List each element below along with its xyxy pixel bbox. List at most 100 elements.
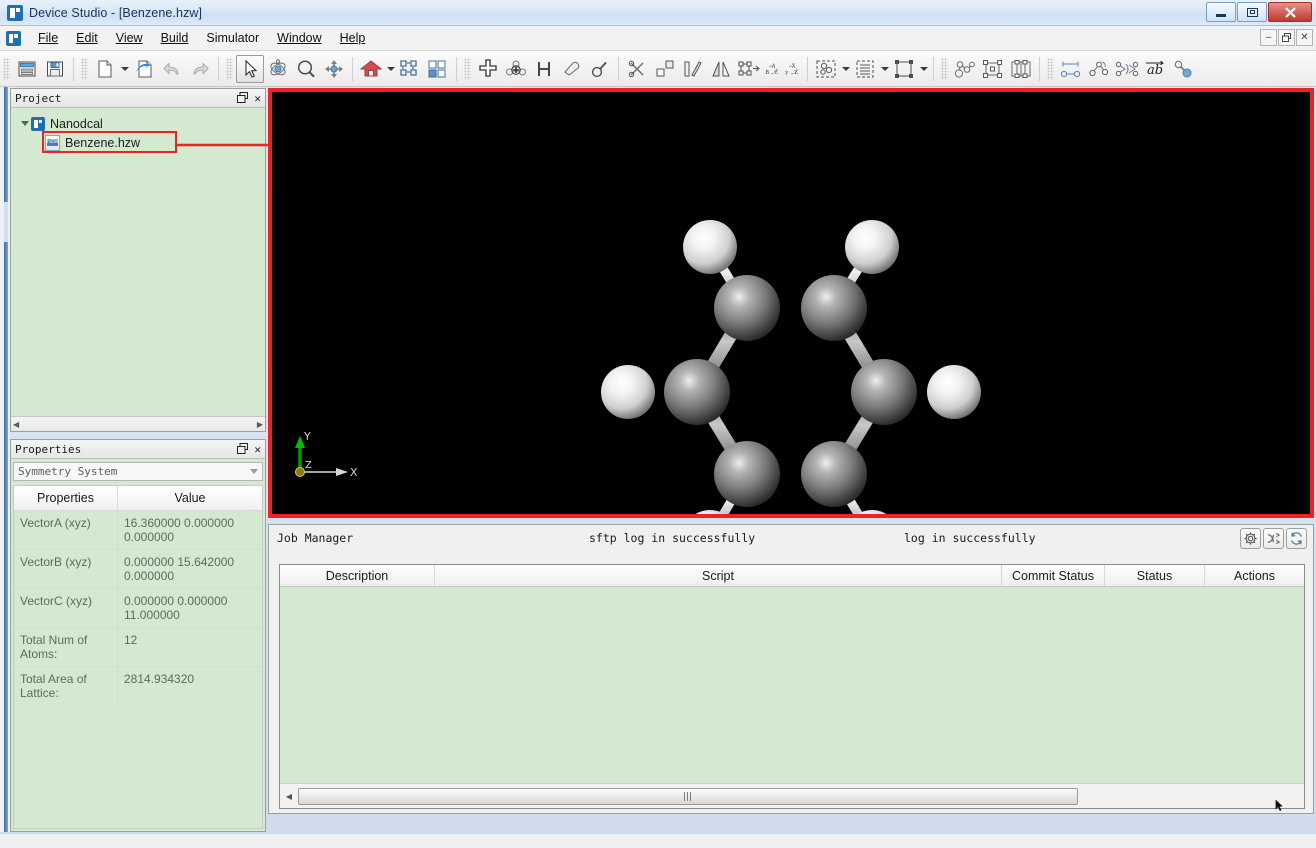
molecule-viewport[interactable]: Y X Z <box>268 88 1314 518</box>
tree-node-benzene-hzw[interactable]: HZW Benzene.hzw <box>11 133 265 152</box>
home-view-icon[interactable] <box>357 55 385 83</box>
toolbar-grip-2[interactable] <box>81 57 88 80</box>
toolbar-grip-4[interactable] <box>464 57 471 80</box>
display-style-caret-icon[interactable] <box>840 55 851 83</box>
add-hydrogen-icon[interactable] <box>530 55 558 83</box>
display-style-icon[interactable] <box>812 55 840 83</box>
properties-float-button[interactable] <box>237 442 249 456</box>
add-molecule-icon[interactable] <box>502 55 530 83</box>
bond-icon[interactable] <box>1169 55 1197 83</box>
refresh-sync-icon[interactable] <box>1286 528 1307 549</box>
tree-node-nanodcal[interactable]: Nanodcal <box>11 114 265 133</box>
job-table-body[interactable] <box>280 587 1304 783</box>
svg-text:A: A <box>771 63 776 69</box>
table-row[interactable]: VectorC (xyz) 0.000000 0.000000 11.00000… <box>14 588 262 627</box>
mdi-close-button[interactable]: ✕ <box>1296 29 1313 46</box>
table-row[interactable]: VectorB (xyz) 0.000000 15.642000 0.00000… <box>14 549 262 588</box>
ball-stick-icon[interactable] <box>951 55 979 83</box>
column-header-script[interactable]: Script <box>435 565 1002 586</box>
cell-atoms-icon[interactable] <box>979 55 1007 83</box>
distance-icon[interactable] <box>1057 55 1085 83</box>
select-arrow-icon[interactable] <box>236 54 264 83</box>
scrollbar-thumb[interactable] <box>298 787 1078 805</box>
toolbar-grip-6[interactable] <box>1047 57 1054 80</box>
left-dock-strip[interactable] <box>0 87 10 832</box>
label-ab-icon[interactable]: ab <box>1141 55 1169 83</box>
expand-arrow-icon[interactable] <box>19 121 31 126</box>
job-table-horizontal-scrollbar[interactable]: ◀ <box>280 783 1304 811</box>
project-horizontal-scrollbar[interactable]: ◀ ▶ <box>11 416 265 431</box>
chevron-down-icon[interactable] <box>250 469 258 474</box>
transform-icon[interactable] <box>735 55 763 83</box>
scroll-right-icon[interactable]: ▶ <box>257 420 263 429</box>
project-panel-title: Project <box>15 91 62 105</box>
toolbar-grip-5[interactable] <box>941 57 948 80</box>
menu-window[interactable]: Window <box>268 28 330 48</box>
properties-close-button[interactable]: ✕ <box>254 444 261 455</box>
column-header-status[interactable]: Status <box>1105 565 1205 586</box>
toolbar-grip-3[interactable] <box>226 57 233 80</box>
redo-icon[interactable] <box>186 55 214 83</box>
menu-bar: File Edit View Build Simulator Window He… <box>0 26 1316 51</box>
molecule-scene[interactable]: Y X Z <box>272 92 1310 514</box>
project-close-button[interactable]: ✕ <box>254 93 261 104</box>
menu-help[interactable]: Help <box>331 28 375 48</box>
column-header-description[interactable]: Description <box>280 565 435 586</box>
menu-edit[interactable]: Edit <box>67 28 107 48</box>
table-row[interactable]: VectorA (xyz) 16.360000 0.000000 0.00000… <box>14 510 262 549</box>
column-header-actions[interactable]: Actions <box>1205 565 1304 586</box>
angle-icon[interactable] <box>1085 55 1113 83</box>
new-file-icon[interactable] <box>91 55 119 83</box>
layers-icon[interactable] <box>851 55 879 83</box>
lattice-icon[interactable] <box>890 55 918 83</box>
open-file-icon[interactable] <box>130 55 158 83</box>
supercell-icon[interactable] <box>651 55 679 83</box>
undo-icon[interactable] <box>158 55 186 83</box>
mdi-minimize-button[interactable]: – <box>1260 29 1277 46</box>
add-atom-icon[interactable] <box>474 55 502 83</box>
table-row[interactable]: Total Area of Lattice: 2814.934320 <box>14 666 262 705</box>
mirror-icon[interactable] <box>707 55 735 83</box>
tile-view-icon[interactable] <box>424 55 452 83</box>
toolbar-grip[interactable] <box>3 57 10 80</box>
lattice-caret-icon[interactable] <box>918 55 929 83</box>
save-icon[interactable] <box>41 55 69 83</box>
new-file-caret-icon[interactable] <box>119 55 130 83</box>
zoom-icon[interactable] <box>292 55 320 83</box>
device-cell-icon[interactable] <box>1007 55 1035 83</box>
scroll-left-icon[interactable]: ◀ <box>280 792 298 801</box>
menu-view[interactable]: View <box>107 28 152 48</box>
menu-file[interactable]: File <box>29 28 67 48</box>
symmetry-system-select[interactable]: Symmetry System <box>13 462 263 481</box>
window-controls[interactable] <box>1206 2 1312 22</box>
home-view-caret-icon[interactable] <box>385 55 396 83</box>
rotate-icon[interactable] <box>264 55 292 83</box>
close-button[interactable] <box>1268 2 1312 22</box>
scroll-left-icon[interactable]: ◀ <box>13 420 19 429</box>
properties-table-header: Properties Value <box>14 486 262 510</box>
slab-icon[interactable] <box>679 55 707 83</box>
fit-view-icon[interactable] <box>396 55 424 83</box>
layers-caret-icon[interactable] <box>879 55 890 83</box>
maximize-restore-button[interactable] <box>1237 2 1267 22</box>
transfer-icon[interactable] <box>1263 528 1284 549</box>
relabel-xyz-icon[interactable]: X y Z <box>783 55 803 83</box>
relabel-abc-icon[interactable]: A B C <box>763 55 783 83</box>
torsion-icon[interactable] <box>1113 55 1141 83</box>
mdi-restore-button[interactable] <box>1278 29 1295 46</box>
mdi-window-controls[interactable]: – ✕ <box>1260 29 1313 46</box>
menu-simulator[interactable]: Simulator <box>197 28 268 48</box>
measure-icon[interactable] <box>586 55 614 83</box>
eraser-icon[interactable] <box>558 55 586 83</box>
project-tree[interactable]: Nanodcal HZW Benzene.hzw <box>11 108 280 416</box>
table-row[interactable]: Total Num of Atoms: 12 <box>14 627 262 666</box>
project-float-button[interactable] <box>237 91 249 105</box>
minimize-button[interactable] <box>1206 2 1236 22</box>
pan-icon[interactable] <box>320 55 348 83</box>
cut-bond-icon[interactable] <box>623 55 651 83</box>
symmetry-system-value: Symmetry System <box>18 465 118 478</box>
settings-gear-icon[interactable] <box>1240 528 1261 549</box>
menu-build[interactable]: Build <box>152 28 198 48</box>
column-header-commit-status[interactable]: Commit Status <box>1002 565 1105 586</box>
print-icon[interactable] <box>13 55 41 83</box>
